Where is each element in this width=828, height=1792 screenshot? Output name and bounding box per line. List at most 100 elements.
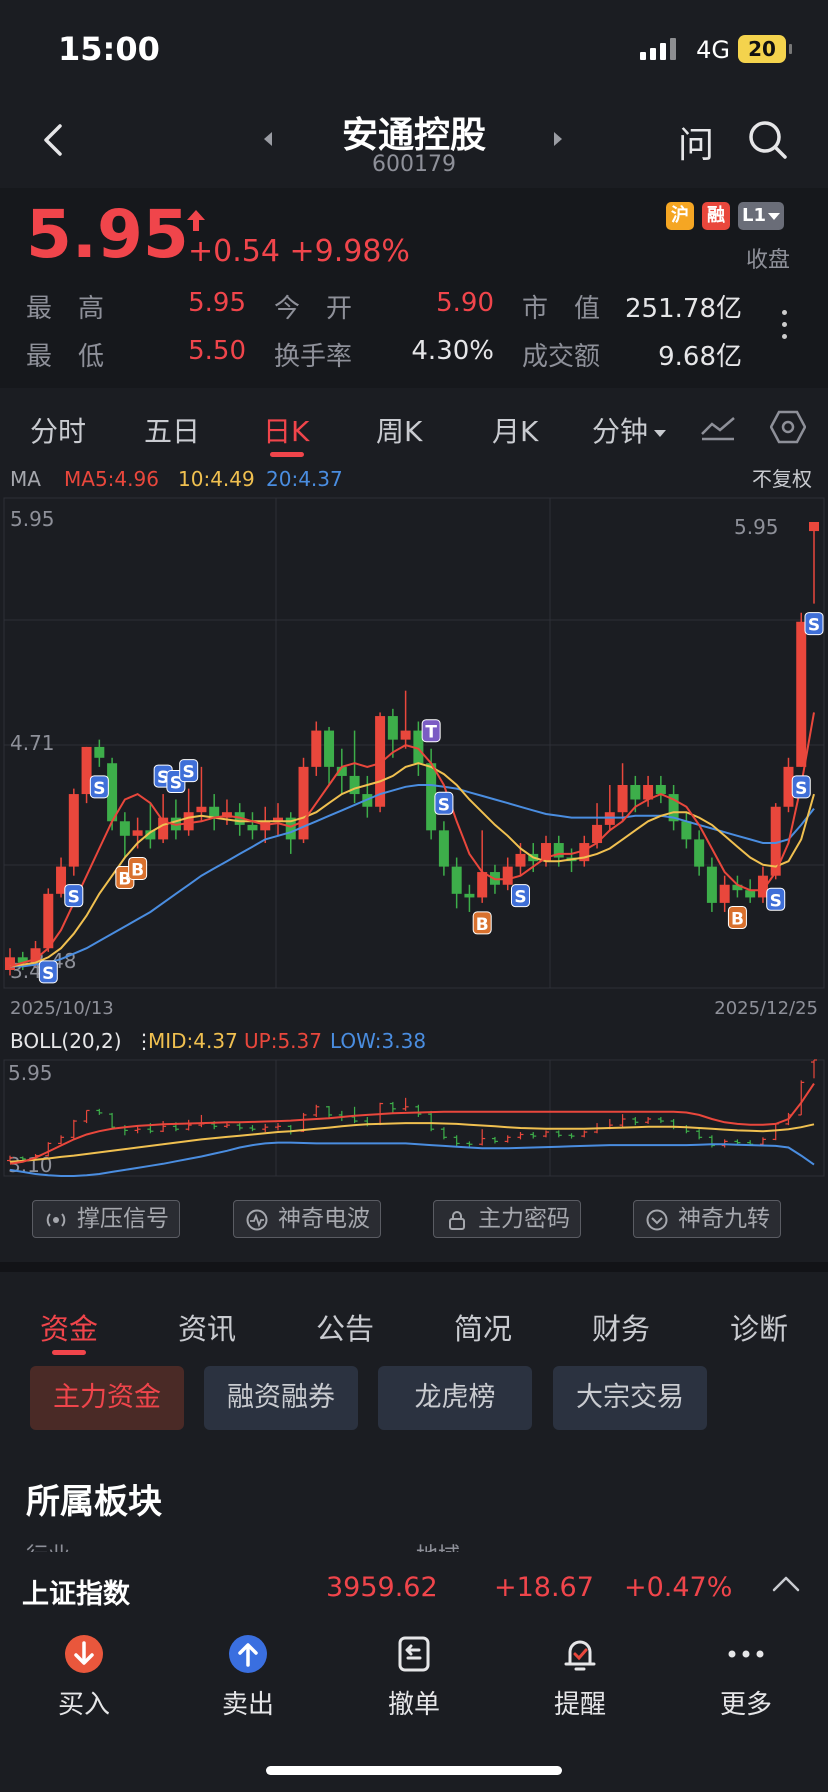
index-ticker-bar[interactable]: 上证指数 3959.62 +18.67 +0.47%: [0, 1552, 828, 1622]
candle-body: [515, 853, 526, 867]
sh-market-badge: 沪: [666, 202, 694, 230]
tab-finance[interactable]: 财务: [592, 1306, 650, 1348]
tab-diagnosis[interactable]: 诊断: [730, 1306, 788, 1348]
candle-body: [630, 784, 641, 800]
magic-wave-button[interactable]: 神奇电波: [233, 1200, 381, 1238]
candle-body: [655, 784, 666, 795]
magic-nine-button[interactable]: 神奇九转: [633, 1200, 781, 1238]
tab-funds[interactable]: 资金: [40, 1306, 98, 1348]
home-indicator: [266, 1766, 562, 1775]
subtab-main-funds[interactable]: 主力资金: [30, 1366, 184, 1430]
reminder-button[interactable]: 提醒: [520, 1634, 640, 1721]
tab-intraday[interactable]: 分时: [30, 410, 86, 450]
index-pct: +0.47%: [624, 1572, 733, 1603]
signal-marker-s: S: [510, 884, 530, 908]
signal-letter: S: [68, 888, 80, 908]
status-time: 15:00: [58, 30, 160, 68]
candle-body: [745, 890, 756, 898]
signal-marker-s: S: [434, 791, 454, 815]
lock-icon: [449, 1211, 465, 1230]
signal-letter: S: [808, 616, 820, 636]
tab-profile[interactable]: 简况: [454, 1306, 512, 1348]
high-value: 5.95: [188, 288, 246, 318]
signal-marker-s: S: [791, 775, 811, 799]
kline-tabs: 分时 五日 日K 周K 月K 分钟: [0, 396, 828, 460]
active-info-tab-indicator: [52, 1350, 86, 1355]
signal-marker-b: B: [128, 856, 148, 880]
candle-body: [706, 866, 717, 903]
tab-weekly-k[interactable]: 周K: [376, 410, 422, 450]
ask-button[interactable]: 问: [678, 116, 714, 168]
candle-body: [5, 957, 15, 970]
candle-body: [617, 784, 628, 813]
level-badge[interactable]: L1: [738, 202, 784, 230]
high-marker: 5.95: [734, 515, 779, 539]
next-stock-icon[interactable]: [554, 132, 562, 146]
date-start: 2025/10/13: [10, 998, 114, 1019]
bell-icon: [560, 1634, 600, 1674]
active-tab-indicator: [270, 452, 304, 457]
signal-marker-s: S: [179, 759, 199, 783]
status-bar: 15:00 4G 20: [0, 0, 828, 100]
buy-button[interactable]: 买入: [24, 1634, 144, 1721]
boll-plot-frame: [3, 1059, 825, 1177]
candle-body: [119, 821, 130, 836]
info-tabs: 资金 资讯 公告 简况 财务 诊断: [0, 1272, 828, 1355]
tab-daily-k[interactable]: 日K: [263, 410, 309, 450]
tab-news[interactable]: 资讯: [178, 1306, 236, 1348]
tab-announcements[interactable]: 公告: [316, 1306, 374, 1348]
search-icon[interactable]: [746, 118, 790, 162]
signal-wave-icon: [46, 1213, 66, 1227]
candle-body: [324, 730, 335, 767]
signal-letter: T: [425, 723, 437, 743]
candle-body: [464, 893, 475, 898]
draw-line-icon[interactable]: [700, 412, 736, 442]
subtab-margin[interactable]: 融资融券: [204, 1366, 358, 1430]
amount-label: 成交额: [522, 342, 601, 372]
tab-minute[interactable]: 分钟: [592, 410, 667, 450]
main-force-code-button[interactable]: 主力密码: [433, 1200, 581, 1238]
candle-body: [247, 824, 258, 831]
kline-chart[interactable]: MA MA5:4.96 10:4.49 20:4.37 不复权 5.95 4.7…: [0, 460, 828, 1180]
more-button[interactable]: 更多: [686, 1634, 806, 1721]
tab-five-day[interactable]: 五日: [144, 410, 200, 450]
tab-monthly-k[interactable]: 月K: [492, 410, 538, 450]
candle-body: [209, 806, 220, 818]
ma5-legend: MA5:4.96: [64, 467, 159, 491]
adjust-toggle[interactable]: 不复权: [752, 467, 812, 491]
current-price: 5.95: [26, 196, 189, 273]
index-name: 上证指数: [22, 1579, 130, 1610]
signal-letter: S: [183, 763, 195, 783]
signal-letter: S: [438, 795, 450, 815]
boll-top-label: 5.95: [8, 1061, 53, 1085]
region-label: 地域: [416, 1538, 460, 1552]
market-cap-value: 251.78亿: [625, 294, 742, 324]
signal-marker-b: B: [727, 905, 747, 929]
candle-body: [43, 893, 54, 949]
support-resistance-button[interactable]: 撑压信号: [32, 1200, 180, 1238]
more-vertical-icon[interactable]: [782, 310, 788, 346]
ma-legend-label: MA: [10, 467, 41, 491]
network-type: 4G: [696, 36, 730, 64]
signal-letter: B: [731, 909, 744, 929]
ma10-legend: 10:4.49: [178, 467, 255, 491]
candle-body: [719, 884, 730, 903]
chevron-up-icon[interactable]: [772, 1574, 800, 1594]
subtab-dragon-tiger[interactable]: 龙虎榜: [378, 1366, 532, 1430]
fund-sub-tabs: 主力资金 融资融券 龙虎榜 大宗交易: [0, 1366, 828, 1432]
boll-low-legend: LOW:3.38: [330, 1029, 426, 1053]
more-icon: [726, 1634, 766, 1674]
settings-hex-icon[interactable]: [770, 410, 806, 444]
signal-icon: [640, 38, 678, 60]
signal-letter: S: [770, 891, 782, 911]
buy-icon: [64, 1634, 104, 1674]
cancel-order-button[interactable]: 撤单: [354, 1634, 474, 1721]
sell-button[interactable]: 卖出: [188, 1634, 308, 1721]
indicator-buttons: 撑压信号 神奇电波 主力密码 神奇九转: [0, 1200, 828, 1244]
signal-marker-s: S: [804, 612, 824, 636]
subtab-block-trade[interactable]: 大宗交易: [553, 1366, 707, 1430]
open-value: 5.90: [436, 288, 494, 318]
candle-body: [809, 522, 819, 532]
signal-marker-t: T: [421, 719, 441, 743]
boll-mid-legend: MID:4.37: [148, 1029, 238, 1053]
